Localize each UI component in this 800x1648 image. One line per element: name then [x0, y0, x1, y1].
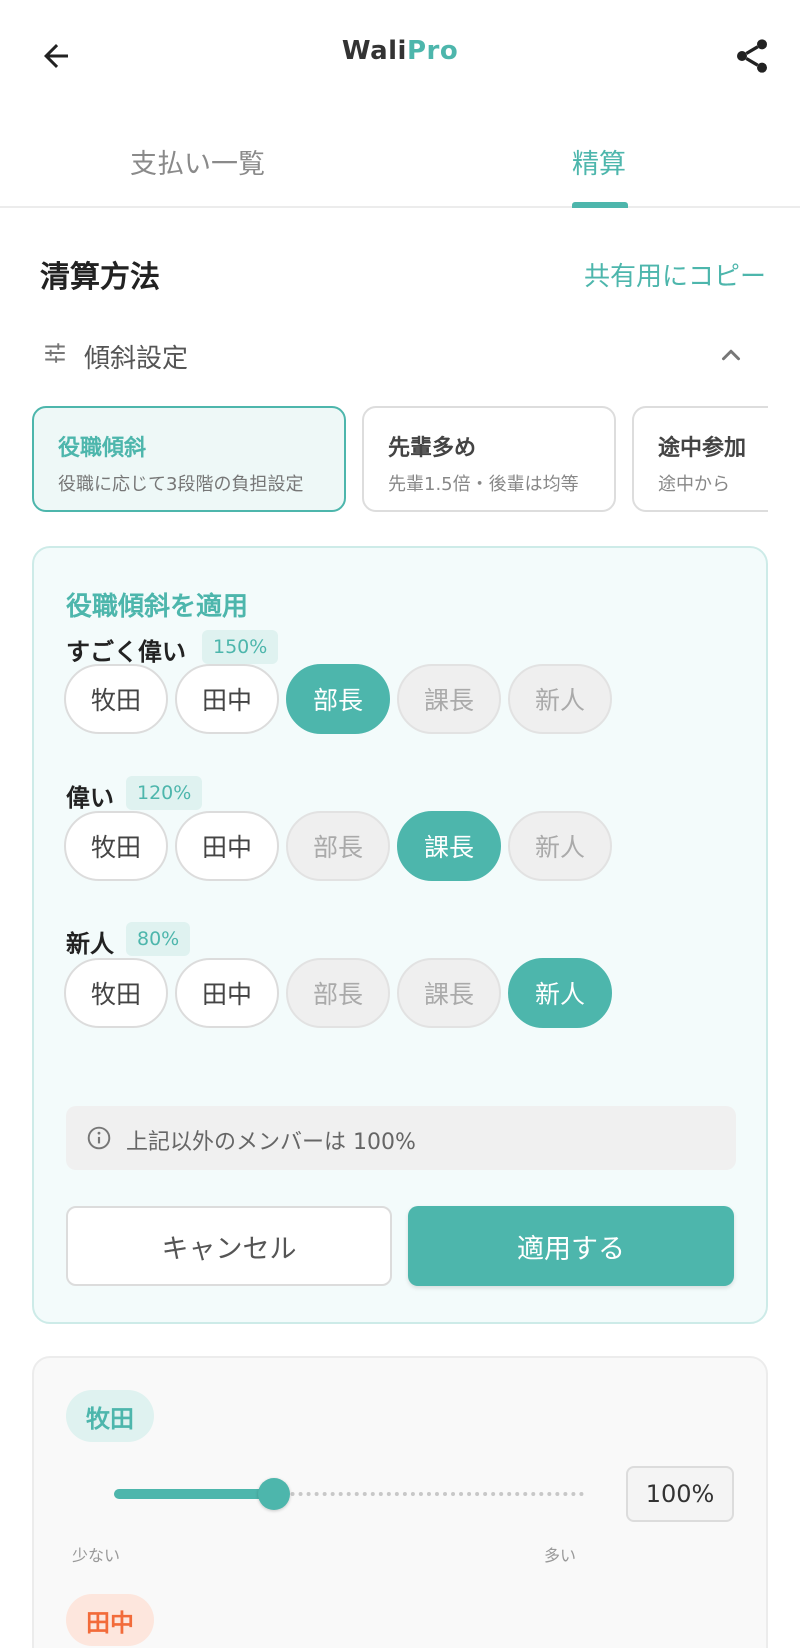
member-chip[interactable]: 課長 [397, 664, 501, 734]
slider-fill [114, 1489, 274, 1499]
share-icon [737, 39, 767, 73]
app-logo: WaliPro [0, 36, 800, 66]
tier-percent-badge: 120% [126, 776, 203, 810]
member-chip[interactable]: 牧田 [64, 811, 168, 881]
preset-card-senior[interactable]: 先輩多め 先輩1.5倍・後輩は均等 [362, 406, 616, 512]
member-chip[interactable]: 牧田 [64, 664, 168, 734]
cancel-button[interactable]: キャンセル [66, 1206, 392, 1286]
member-chip[interactable]: 田中 [175, 664, 279, 734]
member-chip[interactable]: 田中 [175, 958, 279, 1028]
member-chip[interactable]: 部長 [286, 958, 390, 1028]
role-tilt-panel: 役職傾斜を適用 すごく偉い 150% 牧田 田中 部長 課長 新人 偉い 120… [32, 546, 768, 1324]
tab-bar: 支払い一覧 精算 [0, 112, 800, 208]
copy-for-share-link[interactable]: 共有用にコピー [584, 256, 766, 293]
member-name-badge: 牧田 [66, 1390, 154, 1442]
tilt-settings-label: 傾斜設定 [84, 344, 189, 374]
apply-button[interactable]: 適用する [408, 1206, 734, 1286]
tab-payments[interactable]: 支払い一覧 [130, 142, 265, 181]
preset-list: 役職傾斜 役職に応じて3段階の負担設定 先輩多め 先輩1.5倍・後輩は均等 途中… [32, 406, 768, 512]
member-chip[interactable]: 課長 [397, 958, 501, 1028]
tier-label: 新人 [66, 930, 114, 958]
percent-value-box[interactable]: 100% [626, 1466, 734, 1522]
member-card: 牧田 100% 少ない 多い 田中 [32, 1356, 768, 1648]
burden-slider[interactable] [114, 1476, 584, 1512]
preset-desc: 先輩1.5倍・後輩は均等 [388, 474, 579, 495]
share-button[interactable] [730, 34, 774, 78]
info-note: 上記以外のメンバーは 100% [66, 1106, 736, 1170]
preset-desc: 途中から [658, 474, 730, 495]
tilt-settings-row[interactable]: 傾斜設定 [40, 336, 766, 376]
member-chip[interactable]: 部長 [286, 811, 390, 881]
preset-title: 役職傾斜 [58, 436, 147, 461]
member-chip[interactable]: 新人 [508, 958, 612, 1028]
slider-thumb[interactable] [257, 1478, 290, 1510]
info-note-text: 上記以外のメンバーは 100% [126, 1130, 416, 1155]
tier-label: 偉い [66, 784, 114, 812]
tier-percent-badge: 80% [126, 922, 191, 956]
section-title: 清算方法 [40, 260, 160, 295]
member-chip[interactable]: 課長 [397, 811, 501, 881]
preset-card-role[interactable]: 役職傾斜 役職に応じて3段階の負担設定 [32, 406, 346, 512]
preset-desc: 役職に応じて3段階の負担設定 [58, 474, 304, 495]
panel-title: 役職傾斜を適用 [66, 592, 249, 622]
tab-indicator [572, 202, 628, 208]
tier-label: すごく偉い [66, 638, 186, 666]
member-chip[interactable]: 部長 [286, 664, 390, 734]
tab-settlement[interactable]: 精算 [572, 142, 626, 181]
slider-min-label: 少ない [72, 1546, 121, 1565]
chevron-up-icon[interactable] [716, 340, 746, 370]
member-chip[interactable]: 田中 [175, 811, 279, 881]
preset-card-late-join[interactable]: 途中参加 途中から [632, 406, 768, 512]
member-chip[interactable]: 牧田 [64, 958, 168, 1028]
preset-title: 先輩多め [388, 436, 477, 461]
member-chip[interactable]: 新人 [508, 664, 612, 734]
app-bar: WaliPro [0, 0, 800, 112]
member-chip[interactable]: 新人 [508, 811, 612, 881]
logo-main: Wali [341, 36, 407, 66]
preset-title: 途中参加 [658, 436, 747, 461]
info-icon [87, 1126, 111, 1150]
member-name-badge: 田中 [66, 1594, 154, 1646]
sliders-icon [45, 343, 65, 363]
tier-percent-badge: 150% [202, 630, 279, 664]
logo-accent: Pro [406, 36, 459, 66]
slider-max-label: 多い [544, 1546, 577, 1565]
